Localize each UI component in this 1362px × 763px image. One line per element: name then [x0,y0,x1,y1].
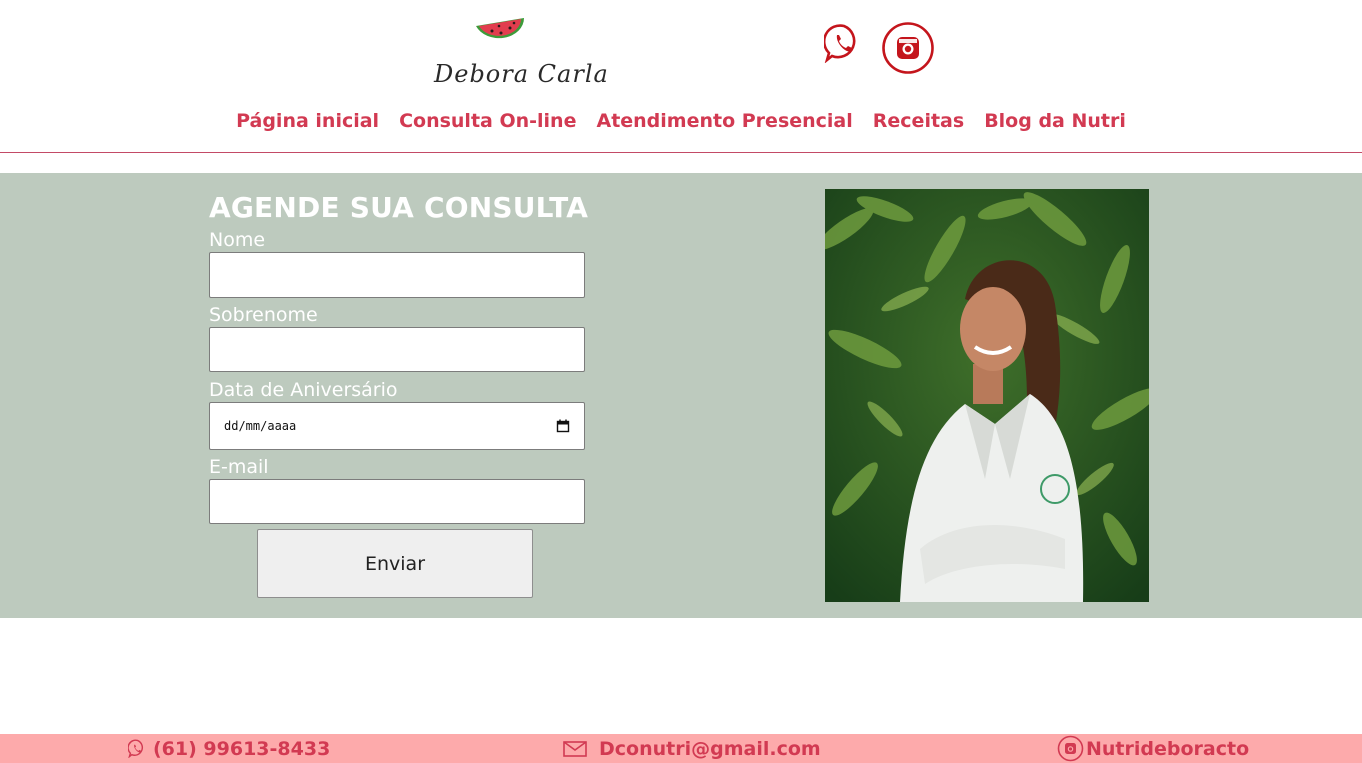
email-label: E-mail [209,456,269,478]
nome-label: Nome [209,229,266,251]
enviar-button[interactable]: Enviar [257,529,533,598]
nome-input[interactable] [209,252,585,298]
nav-item-receitas[interactable]: Receitas [873,110,964,132]
whatsapp-button[interactable] [823,22,865,64]
instagram-icon [882,22,934,74]
instagram-icon [1057,735,1084,762]
footer-instagram-link[interactable]: Nutrideboracto [1057,734,1249,763]
watermelon-icon [476,18,525,39]
footer: (61) 99613-8433 Dconutri@gmail.com Nutri… [0,734,1362,763]
logo[interactable]: Debora Carla [430,10,608,90]
footer-phone: (61) 99613-8433 [153,737,331,760]
footer-instagram: Nutrideboracto [1086,737,1250,760]
whatsapp-icon [128,739,144,758]
instagram-button[interactable] [881,21,935,75]
sobrenome-input[interactable] [209,327,585,372]
sobrenome-label: Sobrenome [209,304,318,326]
nav-item-consulta-online[interactable]: Consulta On-line [399,110,576,132]
form-title: AGENDE SUA CONSULTA [209,191,589,224]
envelope-icon [563,740,587,757]
booking-section: AGENDE SUA CONSULTA Nome Sobrenome Data … [0,173,1362,618]
nav-item-blog[interactable]: Blog da Nutri [984,110,1126,132]
nav-divider [0,152,1362,153]
email-input[interactable] [209,479,585,524]
footer-email: Dconutri@gmail.com [599,737,821,760]
calendar-icon[interactable] [556,419,570,433]
nutritionist-photo [825,189,1149,602]
data-aniversario-label: Data de Aniversário [209,379,398,401]
date-value: dd/mm/aaaa [224,419,297,433]
nav-item-atendimento-presencial[interactable]: Atendimento Presencial [596,110,852,132]
main-nav: Página inicial Consulta On-line Atendime… [0,110,1362,132]
footer-phone-link[interactable]: (61) 99613-8433 [128,734,330,763]
data-aniversario-input[interactable]: dd/mm/aaaa [209,402,585,450]
nav-item-pagina-inicial[interactable]: Página inicial [236,110,379,132]
logo-text: Debora Carla [434,60,609,88]
whatsapp-icon [824,24,856,63]
footer-email-link[interactable]: Dconutri@gmail.com [563,734,821,763]
